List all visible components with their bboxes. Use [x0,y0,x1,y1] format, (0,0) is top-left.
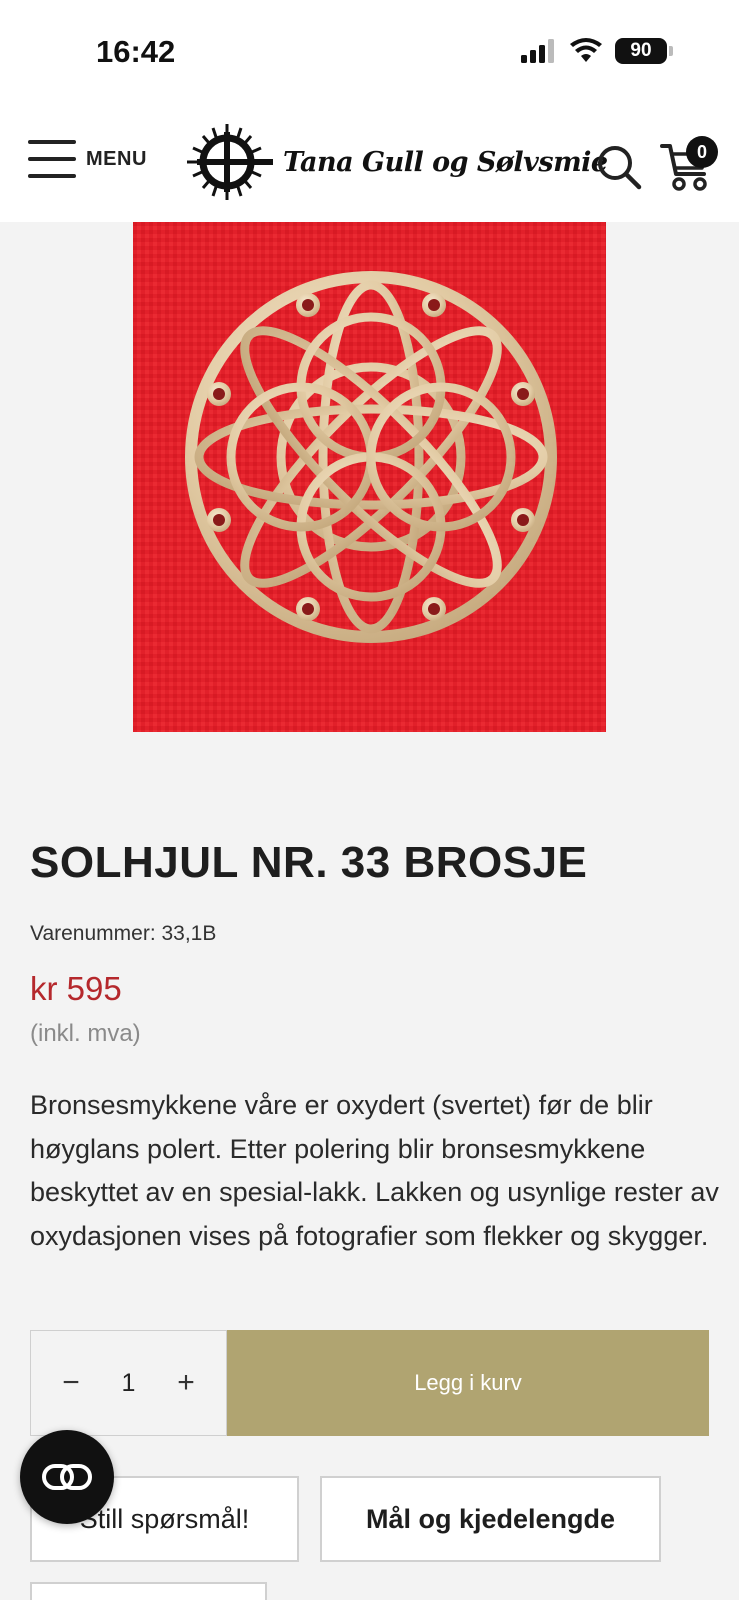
size-chain-length-button[interactable]: Mål og kjedelengde [320,1476,661,1562]
decrease-quantity-button[interactable]: − [57,1366,85,1400]
status-time: 16:42 [96,34,176,69]
product-price: kr 595 [30,970,122,1007]
status-bar: 16:42 90 [0,0,739,110]
increase-quantity-button[interactable]: + [172,1366,200,1400]
logo-text: Tana Gull og Sølvsmie [283,146,608,178]
battery-icon: 90 [615,38,673,64]
sun-wheel-logo-icon [187,124,273,200]
cart-count-badge: 0 [686,136,718,168]
site-header: MENU Tana Gull og Sølvsmie 0 [0,110,739,222]
chat-button[interactable] [20,1430,114,1524]
search-icon [598,146,642,190]
cart-button[interactable]: 0 [660,136,718,192]
menu-button[interactable]: MENU [28,140,147,178]
add-to-cart-button[interactable]: Legg i kurv [227,1330,709,1436]
status-icons: 90 [521,38,673,64]
ask-question-label: Still spørsmål! [79,1503,250,1534]
cellular-signal-icon [521,39,554,63]
brooch-photo [133,222,606,732]
wifi-icon [570,38,602,62]
menu-label: MENU [86,147,147,170]
hamburger-icon [28,140,76,178]
product-sku: Varenummer: 33,1B [30,922,217,945]
product-description: Bronsesmykkene våre er oxydert (svertet)… [30,1090,719,1251]
size-chain-length-label: Mål og kjedelengde [365,1503,616,1534]
site-logo[interactable]: Tana Gull og Sølvsmie [183,122,608,202]
quantity-value[interactable]: 1 [122,1369,136,1398]
search-button[interactable] [596,144,642,190]
additional-button[interactable] [30,1582,267,1600]
product-image[interactable] [133,222,606,732]
vat-note: (inkl. mva) [30,1020,141,1047]
chat-link-icon [42,1464,92,1490]
quantity-stepper: − 1 + [30,1330,227,1436]
product-title: SOLHJUL NR. 33 BROSJE [30,838,588,887]
